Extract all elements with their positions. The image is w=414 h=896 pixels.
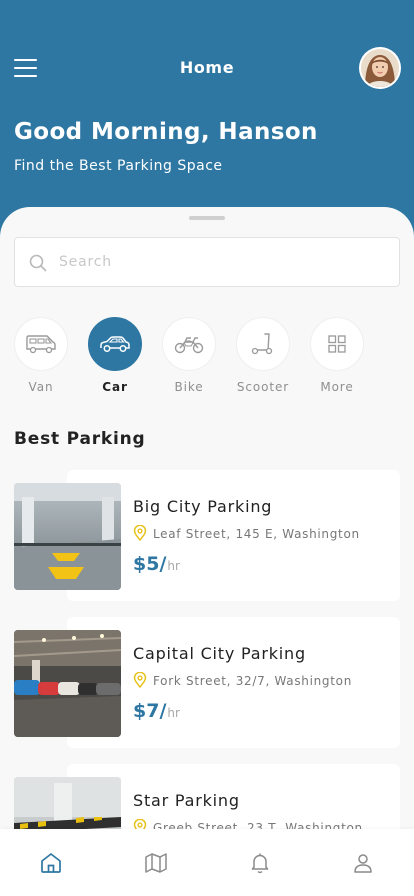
- map-icon: [145, 853, 167, 873]
- tab-home[interactable]: [39, 851, 63, 875]
- location-pin-icon: [133, 524, 147, 542]
- parking-image: [14, 483, 121, 590]
- parking-price: $5/hr: [133, 553, 180, 575]
- parking-price: $7/hr: [133, 700, 180, 722]
- scooter-icon: [251, 333, 273, 355]
- category-scooter[interactable]: Scooter: [236, 317, 290, 394]
- price-value: $5/: [133, 553, 167, 575]
- parking-name: Capital City Parking: [133, 644, 306, 663]
- parking-address-text: Fork Street, 32/7, Washington: [153, 674, 352, 688]
- avatar[interactable]: [359, 47, 401, 89]
- category-van[interactable]: Van: [14, 317, 68, 394]
- tab-map[interactable]: [144, 851, 168, 875]
- parking-address: Fork Street, 32/7, Washington: [133, 671, 352, 689]
- search-bar[interactable]: [14, 237, 400, 287]
- page-title: Home: [179, 58, 235, 77]
- price-unit: hr: [167, 706, 180, 720]
- parking-image: [14, 630, 121, 737]
- header: Home Good Morning, Hanson Find the Best …: [0, 0, 414, 230]
- bell-icon: [251, 853, 269, 874]
- tab-notifications[interactable]: [248, 851, 272, 875]
- car-icon: [100, 336, 130, 352]
- profile-icon: [354, 854, 372, 873]
- price-value: $7/: [133, 700, 167, 722]
- parking-address-text: Leaf Street, 145 E, Washington: [153, 527, 360, 541]
- parking-address: Leaf Street, 145 E, Washington: [133, 524, 360, 542]
- content-sheet: Van Car Bike Scooter More Best Parking: [0, 207, 414, 896]
- category-label: More: [320, 380, 354, 394]
- search-icon: [29, 254, 47, 272]
- van-icon: [26, 335, 56, 354]
- parking-name: Star Parking: [133, 791, 240, 810]
- price-unit: hr: [167, 559, 180, 573]
- search-input[interactable]: [59, 238, 379, 286]
- subtitle: Find the Best Parking Space: [14, 158, 223, 174]
- greeting: Good Morning, Hanson: [14, 119, 318, 145]
- tab-profile[interactable]: [351, 851, 375, 875]
- category-car[interactable]: Car: [88, 317, 142, 394]
- home-icon: [41, 853, 61, 873]
- category-more[interactable]: More: [310, 317, 364, 394]
- location-pin-icon: [133, 671, 147, 689]
- motorbike-icon: [174, 337, 204, 354]
- bottom-tab-bar: [0, 829, 414, 896]
- grid-icon: [328, 335, 346, 353]
- drag-handle[interactable]: [189, 216, 225, 220]
- category-bike[interactable]: Bike: [162, 317, 216, 394]
- section-title: Best Parking: [14, 429, 146, 449]
- parking-name: Big City Parking: [133, 497, 273, 516]
